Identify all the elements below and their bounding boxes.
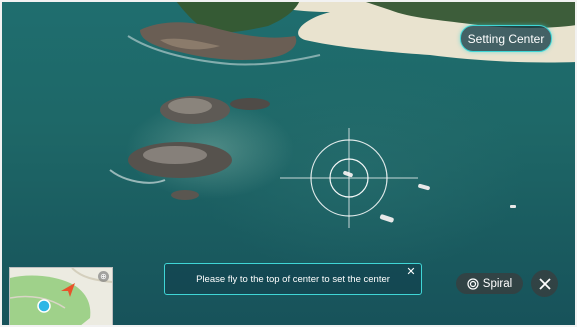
minimap[interactable]: ⊕ bbox=[9, 267, 113, 327]
expand-icon[interactable]: ⊕ bbox=[98, 271, 109, 282]
spiral-mode-label: Spiral bbox=[482, 277, 513, 290]
close-icon[interactable]: ✕ bbox=[405, 266, 417, 278]
instruction-toast: Please fly to the top of center to set t… bbox=[164, 263, 422, 295]
home-marker-icon bbox=[37, 299, 51, 313]
exit-button[interactable] bbox=[531, 270, 558, 297]
toast-message: Please fly to the top of center to set t… bbox=[196, 273, 390, 285]
spiral-icon bbox=[467, 277, 479, 290]
setting-center-button[interactable]: Setting Center bbox=[460, 25, 552, 52]
drone-heading-icon bbox=[61, 283, 75, 297]
camera-view: Setting Center ⊕ Please fly to the top o… bbox=[0, 0, 577, 327]
spiral-mode-button[interactable]: Spiral bbox=[456, 273, 523, 294]
center-target-reticle bbox=[280, 128, 418, 228]
close-icon bbox=[538, 277, 551, 290]
